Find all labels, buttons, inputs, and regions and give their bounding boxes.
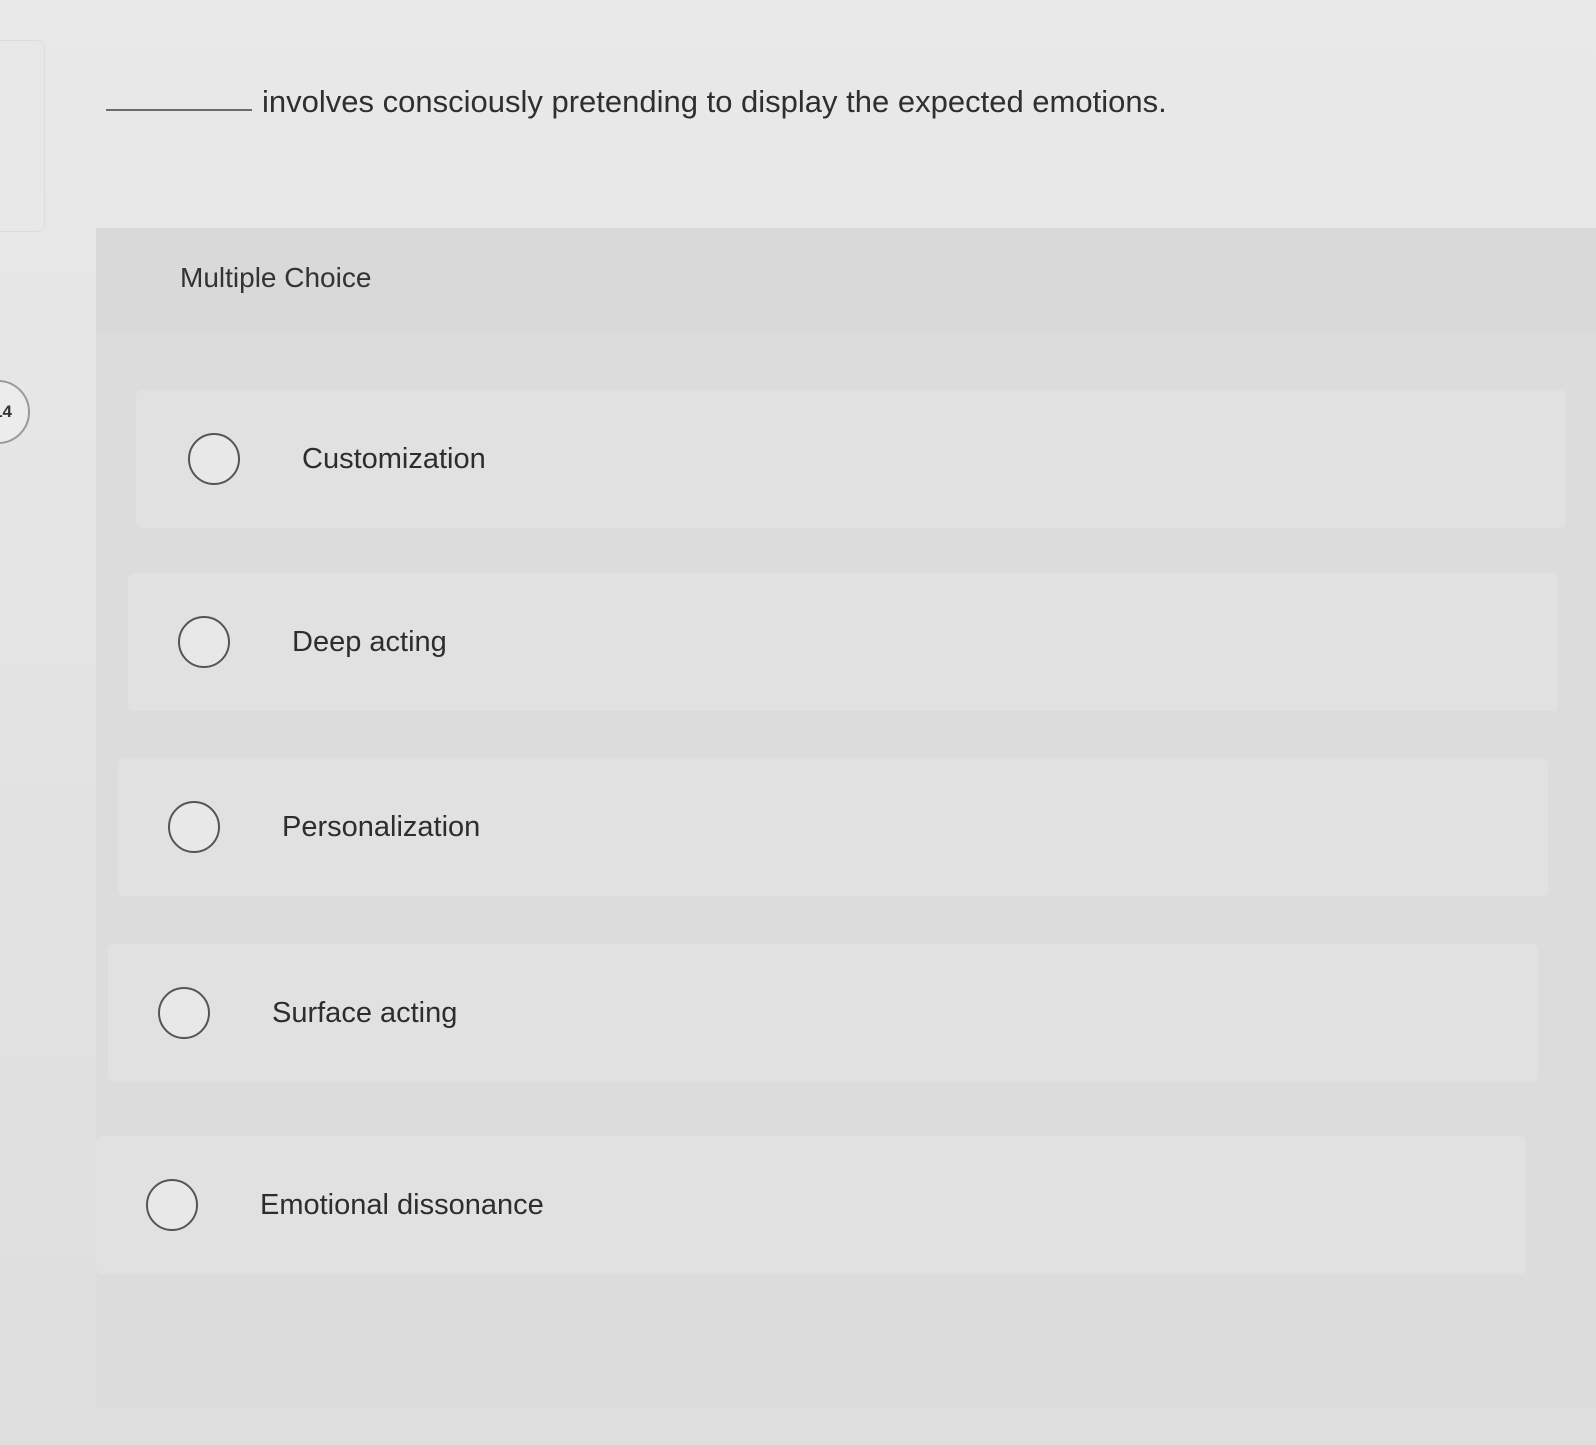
question-number-badge[interactable]: 14 — [0, 380, 30, 444]
radio-button[interactable] — [178, 616, 230, 668]
question-type-label: Multiple Choice — [180, 262, 372, 293]
fill-in-blank-line — [106, 109, 252, 111]
left-rail-panel — [0, 40, 45, 232]
radio-button[interactable] — [158, 987, 210, 1039]
radio-button[interactable] — [146, 1179, 198, 1231]
answer-option-surface-acting[interactable]: Surface acting — [108, 944, 1538, 1082]
answer-option-label: Personalization — [282, 810, 481, 843]
answer-panel: Multiple Choice Customization Deep actin… — [96, 228, 1596, 1408]
answer-option-deep-acting[interactable]: Deep acting — [128, 573, 1558, 711]
quiz-page: 14 involves consciously pretending to di… — [0, 0, 1596, 1445]
radio-button[interactable] — [168, 801, 220, 853]
question-number: 14 — [0, 402, 12, 421]
radio-button[interactable] — [188, 433, 240, 485]
answer-option-customization[interactable]: Customization — [136, 390, 1566, 528]
answer-option-emotional-dissonance[interactable]: Emotional dissonance — [96, 1136, 1526, 1274]
question-prompt: involves consciously pretending to displ… — [106, 84, 1167, 120]
answer-option-label: Deep acting — [292, 625, 447, 658]
answer-option-personalization[interactable]: Personalization — [118, 758, 1548, 896]
answer-panel-header: Multiple Choice — [96, 228, 1596, 333]
answer-option-label: Customization — [302, 442, 486, 475]
answer-option-label: Emotional dissonance — [260, 1188, 544, 1221]
question-prompt-text: involves consciously pretending to displ… — [262, 84, 1167, 119]
answer-option-label: Surface acting — [272, 996, 458, 1029]
